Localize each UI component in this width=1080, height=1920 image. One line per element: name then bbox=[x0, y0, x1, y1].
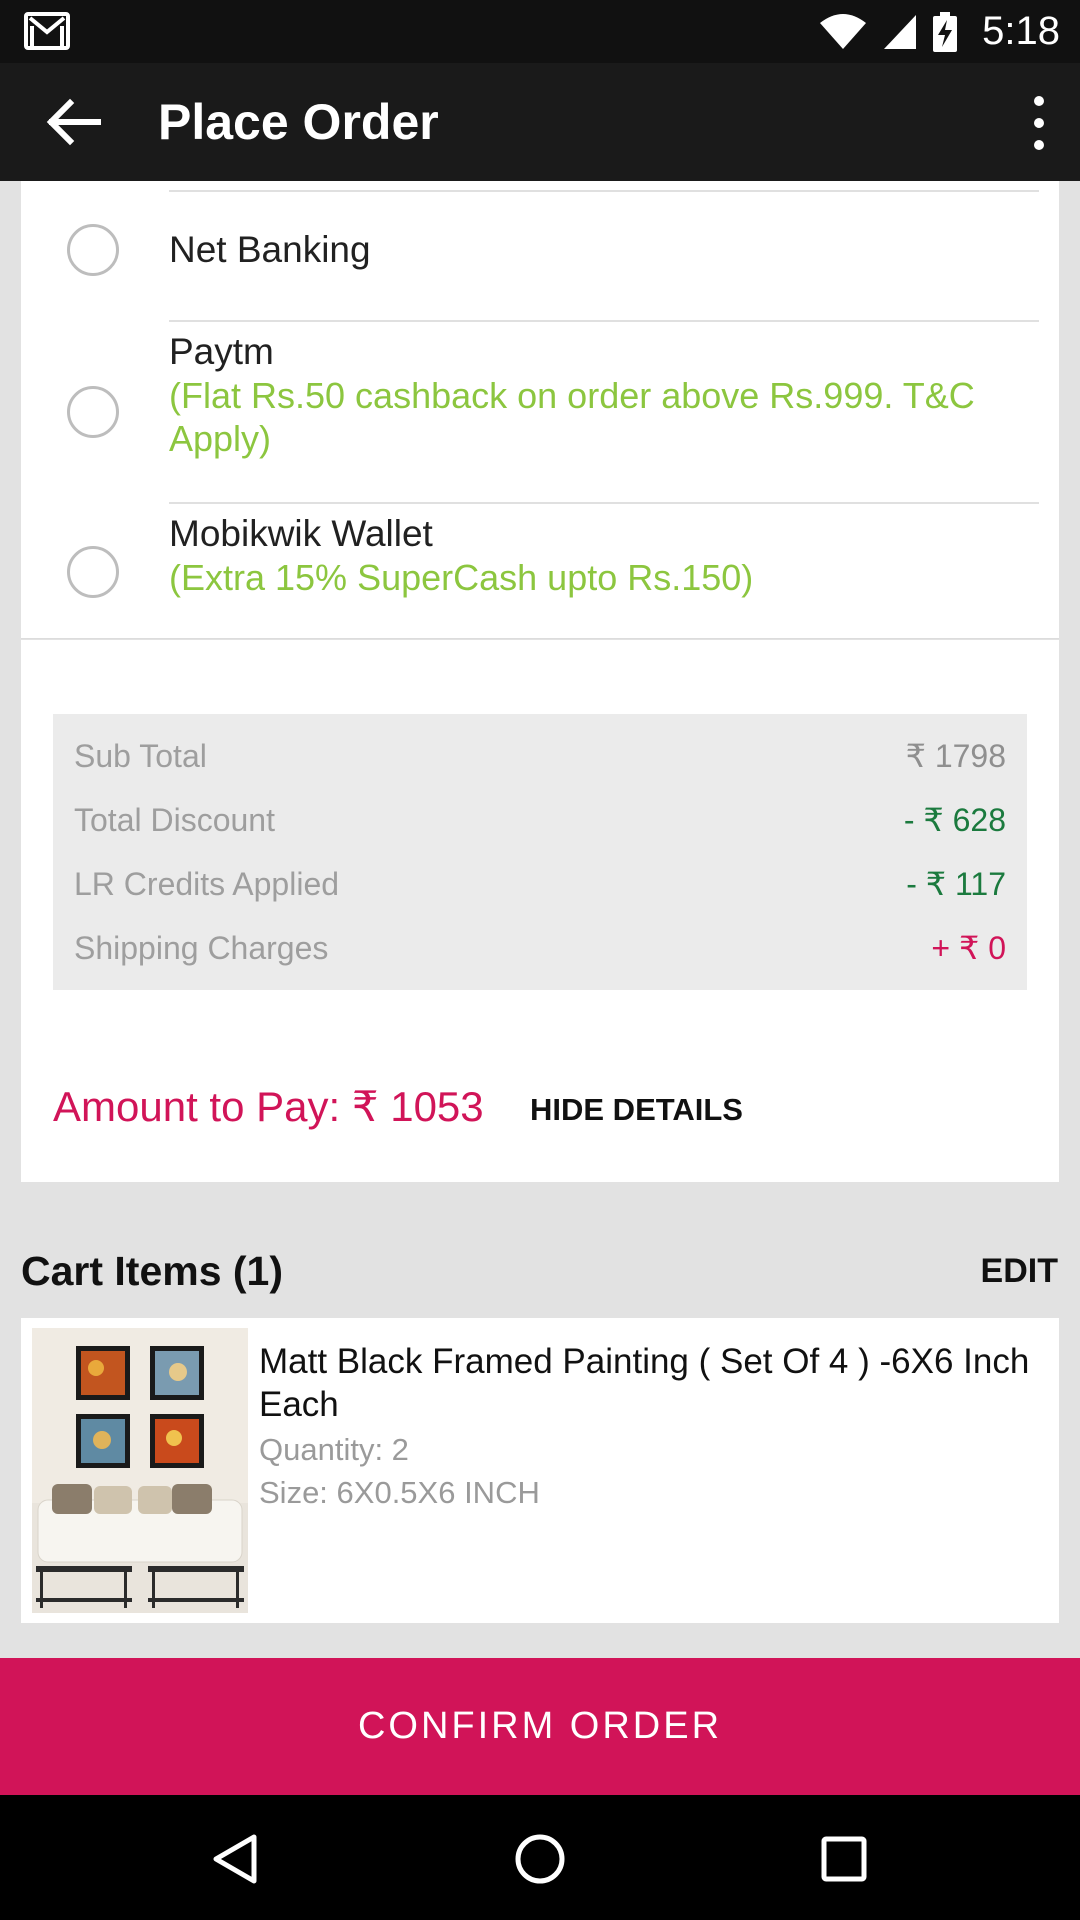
shipping-value: + ₹ 0 bbox=[931, 930, 1006, 966]
payment-option-name: Net Banking bbox=[169, 229, 371, 270]
signal-icon bbox=[884, 14, 917, 49]
product-thumbnail bbox=[32, 1328, 248, 1613]
discount-row: Total Discount - ₹ 628 bbox=[74, 788, 1006, 852]
product-title: Matt Black Framed Painting ( Set Of 4 ) … bbox=[259, 1342, 1030, 1424]
sub-total-value: ₹ 1798 bbox=[905, 738, 1006, 774]
payment-option-paytm[interactable]: Paytm (Flat Rs.50 cashback on order abov… bbox=[21, 322, 1059, 502]
credits-row: LR Credits Applied - ₹ 117 bbox=[74, 852, 1006, 916]
home-circle-icon[interactable] bbox=[508, 1827, 572, 1891]
credits-value: - ₹ 117 bbox=[906, 866, 1006, 902]
payment-option-name: Paytm bbox=[169, 331, 274, 372]
cart-item[interactable]: Matt Black Framed Painting ( Set Of 4 ) … bbox=[21, 1318, 1059, 1623]
sub-total-label: Sub Total bbox=[74, 737, 207, 774]
price-breakdown: Sub Total ₹ 1798 Total Discount - ₹ 628 … bbox=[53, 714, 1027, 990]
wifi-icon bbox=[820, 13, 867, 49]
product-size: Size: 6X0.5X6 INCH bbox=[259, 1475, 540, 1510]
credits-label: LR Credits Applied bbox=[74, 865, 340, 902]
payment-option-net-banking[interactable]: Net Banking bbox=[21, 191, 1059, 309]
confirm-order-button[interactable]: CONFIRM ORDER bbox=[0, 1658, 1080, 1795]
hide-details-button[interactable]: HIDE DETAILS bbox=[530, 1092, 743, 1128]
page-title: Place Order bbox=[158, 94, 439, 150]
payment-offer-text: (Flat Rs.50 cashback on order above Rs.9… bbox=[169, 375, 975, 459]
discount-label: Total Discount bbox=[74, 801, 275, 838]
recents-square-icon[interactable] bbox=[812, 1827, 876, 1891]
order-summary-card: Sub Total ₹ 1798 Total Discount - ₹ 628 … bbox=[21, 640, 1059, 1182]
shipping-label: Shipping Charges bbox=[74, 929, 329, 966]
status-bar: 5:18 bbox=[0, 0, 1080, 63]
back-triangle-icon[interactable] bbox=[204, 1827, 268, 1891]
payment-offer-text: (Extra 15% SuperCash upto Rs.150) bbox=[169, 557, 754, 598]
arrow-back-icon[interactable] bbox=[44, 97, 104, 147]
shipping-row: Shipping Charges + ₹ 0 bbox=[74, 916, 1006, 980]
battery-charging-icon bbox=[933, 11, 958, 52]
app-bar: Place Order bbox=[0, 63, 1080, 181]
payment-option-name: Mobikwik Wallet bbox=[169, 513, 433, 554]
product-quantity: Quantity: 2 bbox=[259, 1432, 409, 1467]
radio-button[interactable] bbox=[67, 386, 119, 438]
radio-button[interactable] bbox=[67, 546, 119, 598]
more-vert-icon[interactable] bbox=[1024, 93, 1054, 153]
cart-items-header: Cart Items (1) bbox=[21, 1248, 284, 1294]
payment-options-card: Net Banking Paytm (Flat Rs.50 cashback o… bbox=[21, 181, 1059, 639]
gmail-icon bbox=[24, 12, 70, 50]
discount-value: - ₹ 628 bbox=[903, 802, 1006, 838]
clock-time: 5:18 bbox=[982, 9, 1060, 53]
sub-total-row: Sub Total ₹ 1798 bbox=[74, 724, 1006, 788]
system-nav-bar bbox=[0, 1795, 1080, 1920]
amount-to-pay: Amount to Pay: ₹ 1053 bbox=[53, 1083, 484, 1130]
radio-button[interactable] bbox=[67, 224, 119, 276]
payment-option-mobikwik[interactable]: Mobikwik Wallet (Extra 15% SuperCash upt… bbox=[21, 504, 1059, 634]
edit-button[interactable]: EDIT bbox=[981, 1252, 1058, 1291]
